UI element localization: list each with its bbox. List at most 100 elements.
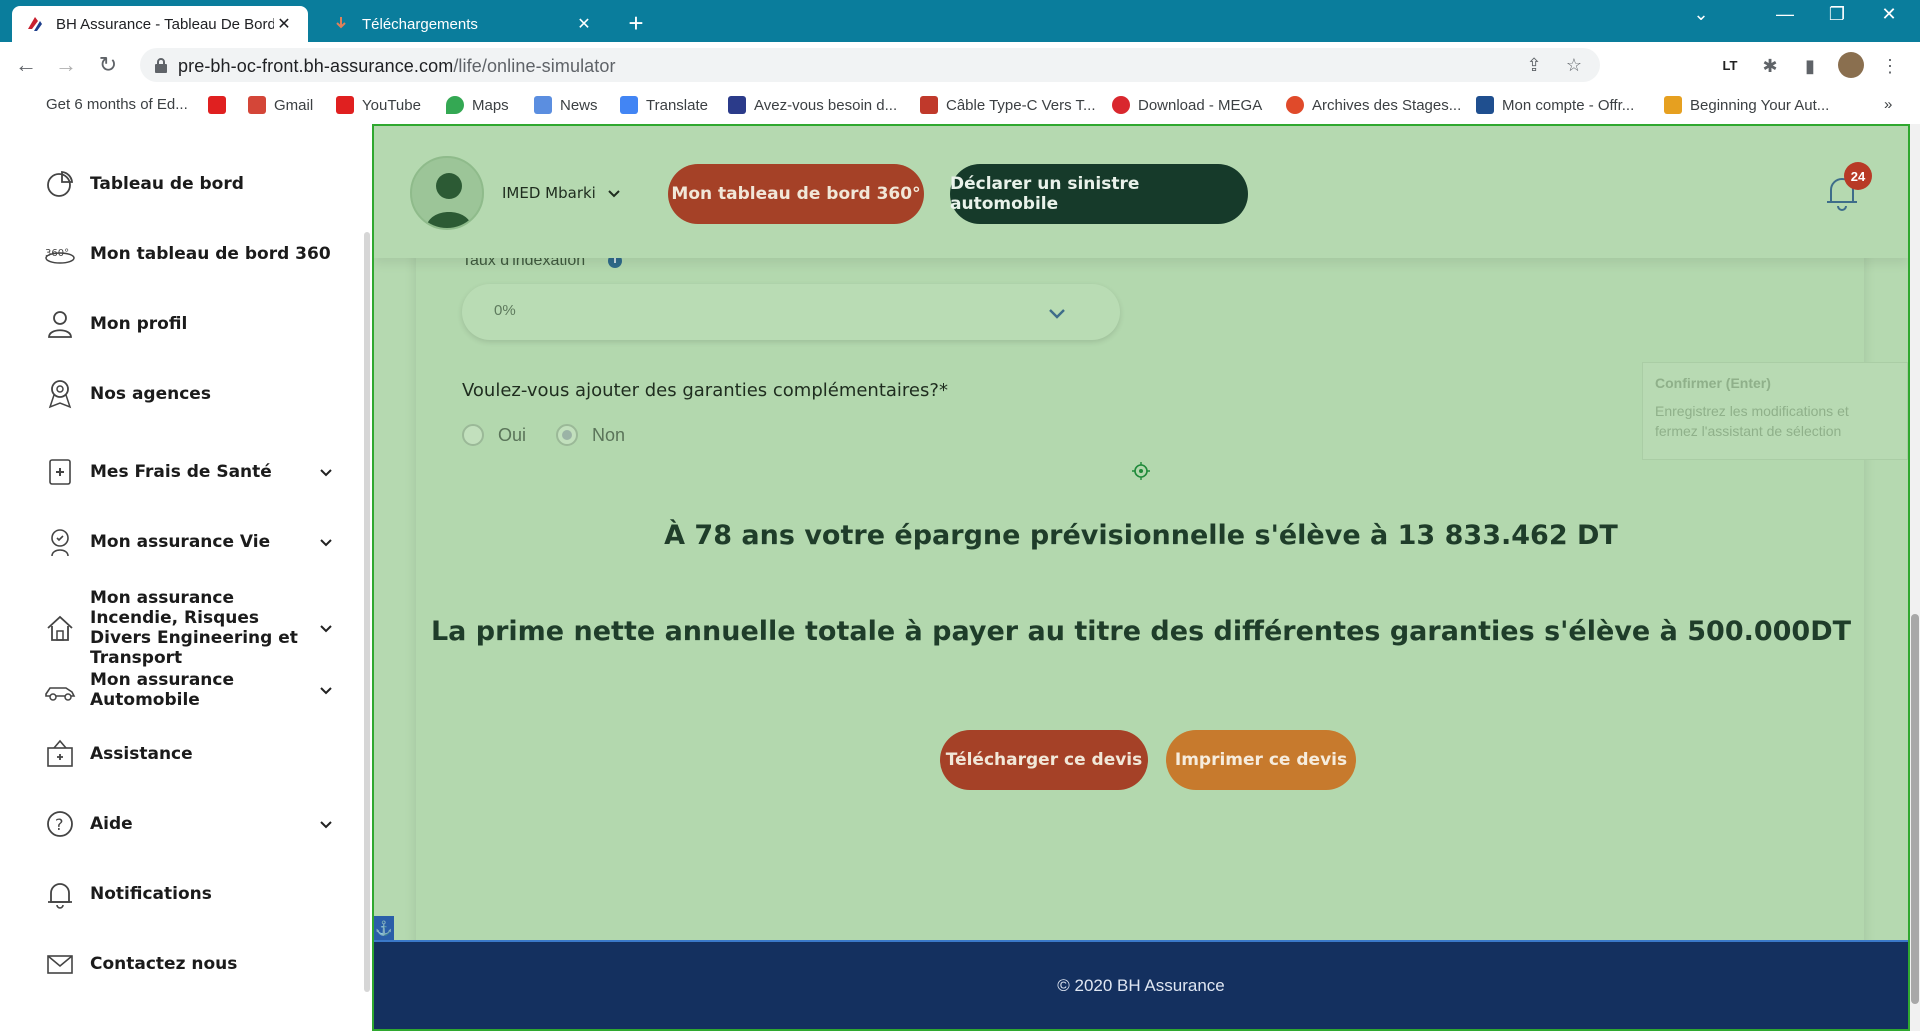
translate-icon — [620, 96, 638, 114]
sidebar-item-label: Mon assurance Incendie, Risques Divers E… — [90, 588, 298, 668]
sidebar-item-contact[interactable]: Contactez nous — [44, 948, 334, 980]
bookmark-item[interactable]: Maps — [446, 96, 509, 114]
user-silhouette-icon — [426, 173, 472, 228]
radio-circle[interactable] — [462, 424, 484, 446]
sidebar-scrollbar[interactable] — [364, 232, 370, 992]
tab-title: BH Assurance - Tableau De Bord — [56, 15, 274, 33]
url-text: pre-bh-oc-front.bh-assurance.com/life/on… — [178, 56, 616, 77]
sidebar-item-tableau-360[interactable]: 360° Mon tableau de bord 360 — [44, 238, 334, 270]
avatar[interactable] — [410, 156, 484, 230]
reload-icon[interactable]: ↻ — [94, 51, 122, 79]
chevron-down-icon[interactable] — [318, 816, 334, 832]
sidebar-item-automobile[interactable]: Mon assurance Automobile — [44, 670, 334, 710]
sidebar-item-label: Contactez nous — [90, 954, 238, 974]
map-pin-icon — [48, 380, 72, 409]
close-tab-icon[interactable]: ✕ — [274, 14, 294, 34]
chevron-down-icon[interactable] — [318, 682, 334, 698]
forward-arrow-icon[interactable]: → — [52, 51, 80, 79]
sidebar-item-agences[interactable]: Nos agences — [44, 378, 334, 410]
bookmark-label: Avez-vous besoin d... — [754, 96, 898, 114]
maps-pin-icon — [446, 96, 464, 114]
chevron-down-icon[interactable] — [318, 620, 334, 636]
bookmark-item[interactable]: YouTube — [336, 96, 421, 114]
bookmarks-overflow[interactable]: » — [1884, 96, 1892, 113]
dashboard-360-button[interactable]: Mon tableau de bord 360° — [668, 164, 924, 224]
sidebar-item-aide[interactable]: ? Aide — [44, 808, 334, 840]
crosshair-icon — [1132, 462, 1150, 480]
youtube-icon — [208, 96, 226, 114]
car-icon — [45, 687, 76, 701]
sidebar-item-tableau-de-bord[interactable]: Tableau de bord — [44, 168, 334, 200]
sidebar-item-profil[interactable]: Mon profil — [44, 308, 334, 340]
top-header: IMED Mbarki Mon tableau de bord 360° Déc… — [374, 126, 1908, 258]
tab-search-icon[interactable]: ⌄ — [1686, 4, 1716, 25]
back-arrow-icon[interactable]: ← — [12, 51, 40, 79]
savings-result: À 78 ans votre épargne prévisionnelle s'… — [664, 520, 1618, 551]
chevron-down-icon[interactable] — [318, 464, 334, 480]
bookmark-item[interactable]: Translate — [620, 96, 708, 114]
profile-avatar[interactable] — [1838, 52, 1864, 78]
radio-circle[interactable] — [556, 424, 578, 446]
username[interactable]: IMED Mbarki — [502, 184, 596, 202]
tab-downloads[interactable]: Téléchargements ✕ — [318, 6, 608, 42]
declare-claim-button[interactable]: Déclarer un sinistre automobile — [950, 164, 1248, 224]
bookmark-label: YouTube — [362, 96, 421, 114]
bookmark-item[interactable]: Gmail — [248, 96, 313, 114]
bookmark-item[interactable]: Beginning Your Aut... — [1664, 96, 1829, 114]
bookmark-item[interactable]: Câble Type-C Vers T... — [920, 96, 1096, 114]
side-panel-icon[interactable]: ▮ — [1800, 56, 1820, 76]
radio-non[interactable]: Non — [556, 424, 625, 446]
mail-icon — [47, 955, 73, 974]
page-scrollbar[interactable] — [1910, 124, 1920, 1031]
tab-bh-assurance[interactable]: BH Assurance - Tableau De Bord ✕ — [12, 6, 308, 42]
indexation-select[interactable]: 0% — [462, 284, 1120, 340]
sidebar-item-assurance-vie[interactable]: Mon assurance Vie — [44, 526, 334, 558]
sidebar-item-frais-sante[interactable]: Mes Frais de Santé — [44, 456, 334, 488]
anchor-icon[interactable]: ⚓ — [374, 916, 394, 940]
mega-icon — [1112, 96, 1130, 114]
minimize-button[interactable]: — — [1770, 4, 1800, 25]
chevron-down-icon[interactable] — [606, 186, 622, 202]
share-icon[interactable]: ⇪ — [1524, 55, 1544, 75]
kebab-menu-icon[interactable]: ⋮ — [1880, 56, 1900, 76]
bookmark-item[interactable]: News — [534, 96, 598, 114]
bookmark-item[interactable]: Get 6 months of Ed... — [46, 96, 188, 113]
sidebar: Tableau de bord 360° Mon tableau de bord… — [0, 124, 370, 1031]
chevron-down-icon[interactable] — [318, 534, 334, 550]
sidebar-item-label: Nos agences — [90, 384, 211, 404]
svg-text:?: ? — [55, 815, 64, 834]
bookmark-item[interactable]: Mon compte - Offr... — [1476, 96, 1634, 114]
print-quote-button[interactable]: Imprimer ce devis — [1166, 730, 1356, 790]
download-quote-button[interactable]: Télécharger ce devis — [940, 730, 1148, 790]
bookmark-item[interactable]: Download - MEGA — [1112, 96, 1262, 114]
bookmarks-bar: Get 6 months of Ed... Gmail YouTube Maps… — [0, 88, 1920, 124]
url-host: pre-bh-oc-front.bh-assurance.com — [178, 56, 454, 76]
star-icon[interactable]: ☆ — [1564, 55, 1584, 75]
radio-label: Non — [592, 424, 626, 445]
help-icon: ? — [47, 811, 73, 837]
tooltip-title: Confirmer (Enter) — [1655, 375, 1771, 391]
languagetool-icon[interactable]: LT — [1720, 56, 1740, 76]
bookmark-label: Câble Type-C Vers T... — [946, 96, 1096, 114]
radio-oui[interactable]: Oui — [462, 424, 526, 446]
restore-button[interactable]: ❐ — [1822, 4, 1852, 25]
bell-icon — [48, 883, 72, 909]
bookmark-item[interactable] — [208, 96, 234, 114]
browser-tab-bar: BH Assurance - Tableau De Bord ✕ Télécha… — [0, 0, 1920, 42]
new-tab-button[interactable]: + — [622, 8, 650, 39]
close-tab-icon[interactable]: ✕ — [574, 14, 594, 34]
autodesk-icon — [1664, 96, 1682, 114]
sidebar-item-incendie[interactable]: Mon assurance Incendie, Risques Divers E… — [44, 588, 334, 668]
youtube-icon — [336, 96, 354, 114]
bookmark-item[interactable]: Archives des Stages... — [1286, 96, 1461, 114]
bookmark-label: News — [560, 96, 598, 114]
bookmark-item[interactable]: Avez-vous besoin d... — [728, 96, 897, 114]
sidebar-item-notifications[interactable]: Notifications — [44, 878, 334, 910]
guarantees-question: Voulez-vous ajouter des garanties complé… — [462, 380, 948, 401]
sidebar-item-assistance[interactable]: Assistance — [44, 738, 334, 770]
close-window-button[interactable]: ✕ — [1874, 4, 1904, 25]
address-bar[interactable]: pre-bh-oc-front.bh-assurance.com/life/on… — [140, 48, 1600, 82]
chart-pie-icon — [47, 171, 73, 197]
scrollbar-thumb[interactable] — [1911, 614, 1919, 1004]
extensions-puzzle-icon[interactable]: ✱ — [1760, 56, 1780, 76]
